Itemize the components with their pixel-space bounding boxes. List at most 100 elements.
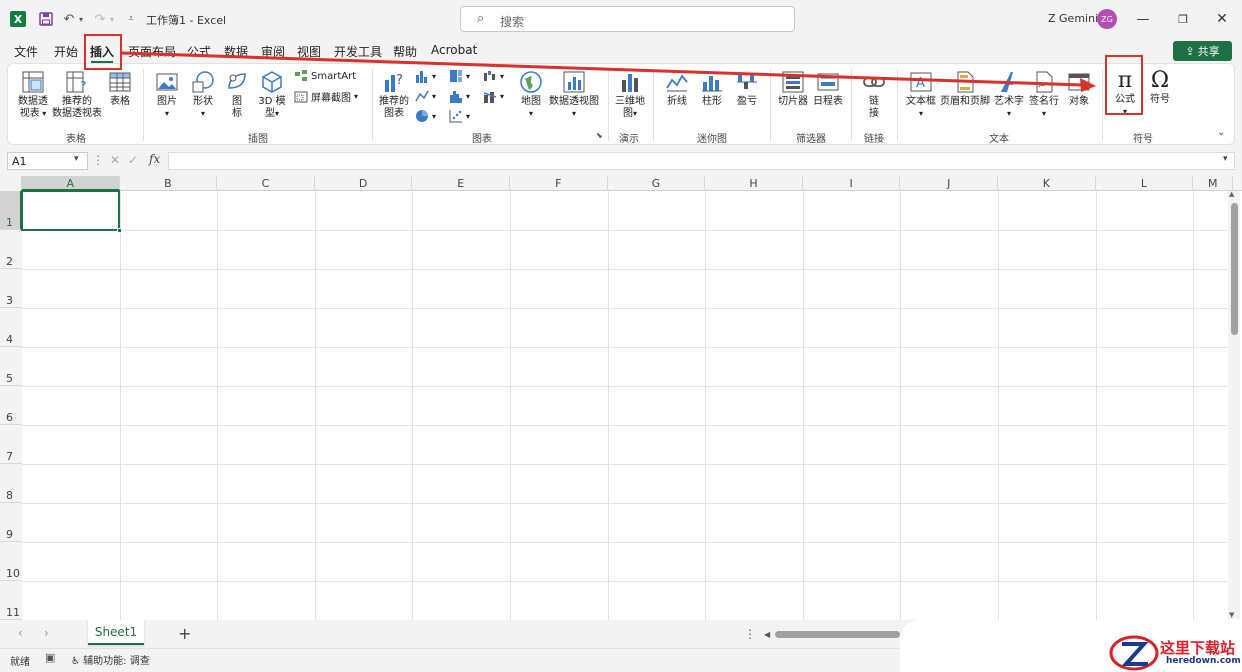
name-box-dropdown-icon[interactable]: ▾	[74, 154, 79, 164]
search-input[interactable]: ⌕ 搜索	[460, 6, 795, 32]
row-header[interactable]: 5	[0, 347, 22, 386]
macro-record-icon[interactable]: ▣	[45, 651, 55, 664]
insert-function-button[interactable]: fx	[149, 152, 160, 166]
combo-chart-button[interactable]: ▾	[483, 89, 504, 103]
hierarchy-chart-button[interactable]: ▾	[449, 69, 470, 83]
tab-page-layout[interactable]: 页面布局	[128, 43, 176, 60]
row-header[interactable]: 11	[0, 581, 22, 620]
undo-dropdown-icon[interactable]: ▾	[76, 10, 86, 28]
column-header[interactable]: A	[22, 176, 120, 191]
scroll-left-icon[interactable]: ◀	[764, 630, 770, 639]
tab-review[interactable]: 审阅	[261, 43, 285, 60]
object-button[interactable]: 对象	[1064, 70, 1094, 108]
horizontal-scroll-thumb[interactable]	[775, 631, 900, 638]
sparkline-column-button[interactable]: 柱形	[697, 70, 727, 108]
shapes-button[interactable]: 形状 ▾	[188, 70, 218, 120]
column-header[interactable]: F	[510, 176, 608, 191]
sparkline-winloss-button[interactable]: 盈亏	[732, 70, 762, 108]
tab-acrobat[interactable]: Acrobat	[431, 43, 477, 57]
row-header[interactable]: 7	[0, 425, 22, 464]
slicer-button[interactable]: 切片器	[777, 70, 809, 108]
column-header[interactable]: M	[1193, 176, 1234, 191]
prev-sheet-icon[interactable]: ‹	[18, 626, 23, 640]
save-icon[interactable]	[37, 10, 55, 28]
tab-split-handle-icon[interactable]: ⋮	[744, 627, 756, 641]
column-header[interactable]: G	[608, 176, 706, 191]
smartart-button[interactable]: SmartArt	[294, 69, 356, 83]
scroll-up-icon[interactable]: ▲	[1229, 190, 1234, 198]
line-chart-button[interactable]: ▾	[415, 89, 436, 103]
column-header[interactable]: B	[120, 176, 218, 191]
picture-button[interactable]: 图片 ▾	[152, 70, 182, 120]
row-header[interactable]: 10	[0, 542, 22, 581]
row-header[interactable]: 4	[0, 308, 22, 347]
expand-formula-bar-icon[interactable]: ▾	[1223, 154, 1228, 164]
active-cell[interactable]	[21, 190, 120, 231]
recommended-pivot-button[interactable]: ? 推荐的 数据透视表	[50, 70, 104, 120]
3d-map-button[interactable]: 三维地 图▾	[613, 70, 647, 120]
user-name[interactable]: Z Gemini	[1048, 12, 1098, 25]
fill-handle[interactable]	[117, 228, 122, 233]
column-header[interactable]: D	[315, 176, 413, 191]
tab-data[interactable]: 数据	[224, 43, 248, 60]
row-header[interactable]: 6	[0, 386, 22, 425]
column-header[interactable]: H	[705, 176, 803, 191]
accessibility-status[interactable]: ♿ 辅助功能: 调查	[71, 652, 150, 667]
pivot-table-button[interactable]: 数据透 视表 ▾	[14, 70, 52, 120]
charts-dialog-launcher-icon[interactable]: ⬊	[596, 131, 603, 140]
minimize-button[interactable]: —	[1131, 8, 1155, 30]
customize-qat-icon[interactable]: ⩡	[122, 10, 140, 28]
icons-button[interactable]: 图 标	[224, 70, 250, 120]
cancel-entry-icon[interactable]: ✕	[110, 153, 120, 167]
column-header[interactable]: K	[998, 176, 1096, 191]
tab-home[interactable]: 开始	[54, 43, 78, 60]
close-button[interactable]: ✕	[1210, 8, 1234, 30]
select-all-button[interactable]	[0, 176, 22, 191]
tab-view[interactable]: 视图	[297, 43, 321, 60]
symbol-button[interactable]: Ω 符号	[1146, 68, 1174, 106]
sparkline-line-button[interactable]: 折线	[662, 70, 692, 108]
row-header[interactable]: 3	[0, 269, 22, 308]
sheet-tab[interactable]: Sheet1	[88, 620, 144, 645]
formula-input[interactable]	[168, 152, 1235, 170]
tab-help[interactable]: 帮助	[393, 43, 417, 60]
screenshot-button[interactable]: 屏幕截图 ▾	[294, 89, 358, 104]
recommended-charts-button[interactable]: ? 推荐的 图表	[378, 70, 410, 120]
tab-developer[interactable]: 开发工具	[334, 43, 382, 60]
timeline-button[interactable]: 日程表	[812, 70, 844, 108]
table-button[interactable]: 表格	[106, 70, 134, 108]
textbox-button[interactable]: A 文本框 ▾	[904, 70, 938, 120]
add-sheet-icon[interactable]: +	[178, 624, 191, 643]
column-header[interactable]: E	[412, 176, 510, 191]
vertical-scroll-thumb[interactable]	[1231, 203, 1238, 335]
pie-chart-button[interactable]: ▾	[415, 109, 436, 123]
share-button[interactable]: ⇪ 共享	[1173, 41, 1232, 61]
tab-formulas[interactable]: 公式	[187, 43, 211, 60]
row-header[interactable]: 8	[0, 464, 22, 503]
collapse-ribbon-icon[interactable]: ⌄	[1217, 127, 1225, 138]
redo-dropdown-icon[interactable]: ▾	[107, 10, 117, 28]
confirm-entry-icon[interactable]: ✓	[128, 153, 138, 167]
statistic-chart-button[interactable]: ▾	[449, 89, 470, 103]
row-header[interactable]: 1	[0, 191, 22, 230]
column-header[interactable]: C	[217, 176, 315, 191]
row-header[interactable]: 9	[0, 503, 22, 542]
wordart-button[interactable]: 艺术字 ▾	[992, 70, 1026, 120]
signature-line-button[interactable]: 签名行 ▾	[1027, 70, 1061, 120]
scatter-chart-button[interactable]: ▾	[449, 109, 470, 123]
formula-bar-grip-icon[interactable]: ⋮	[92, 153, 104, 167]
waterfall-chart-button[interactable]: ▾	[483, 69, 504, 83]
column-header[interactable]: L	[1096, 176, 1194, 191]
next-sheet-icon[interactable]: ›	[44, 626, 49, 640]
column-header[interactable]: I	[803, 176, 901, 191]
worksheet-grid[interactable]: ABCDEFGHIJKLM 1 2 3 4 5 6 7 8 9 10 11	[0, 176, 1242, 620]
column-chart-button[interactable]: ▾	[415, 69, 436, 83]
row-header[interactable]: 2	[0, 230, 22, 269]
restore-button[interactable]: ❐	[1171, 8, 1195, 30]
map-chart-button[interactable]: 地图 ▾	[517, 70, 545, 120]
tab-file[interactable]: 文件	[14, 43, 38, 60]
pivot-chart-button[interactable]: 数据透视图 ▾	[548, 70, 600, 120]
header-footer-button[interactable]: 页眉和页脚	[938, 70, 992, 108]
link-button[interactable]: 链 接	[860, 70, 888, 120]
3d-models-button[interactable]: 3D 模 型▾	[256, 70, 288, 120]
